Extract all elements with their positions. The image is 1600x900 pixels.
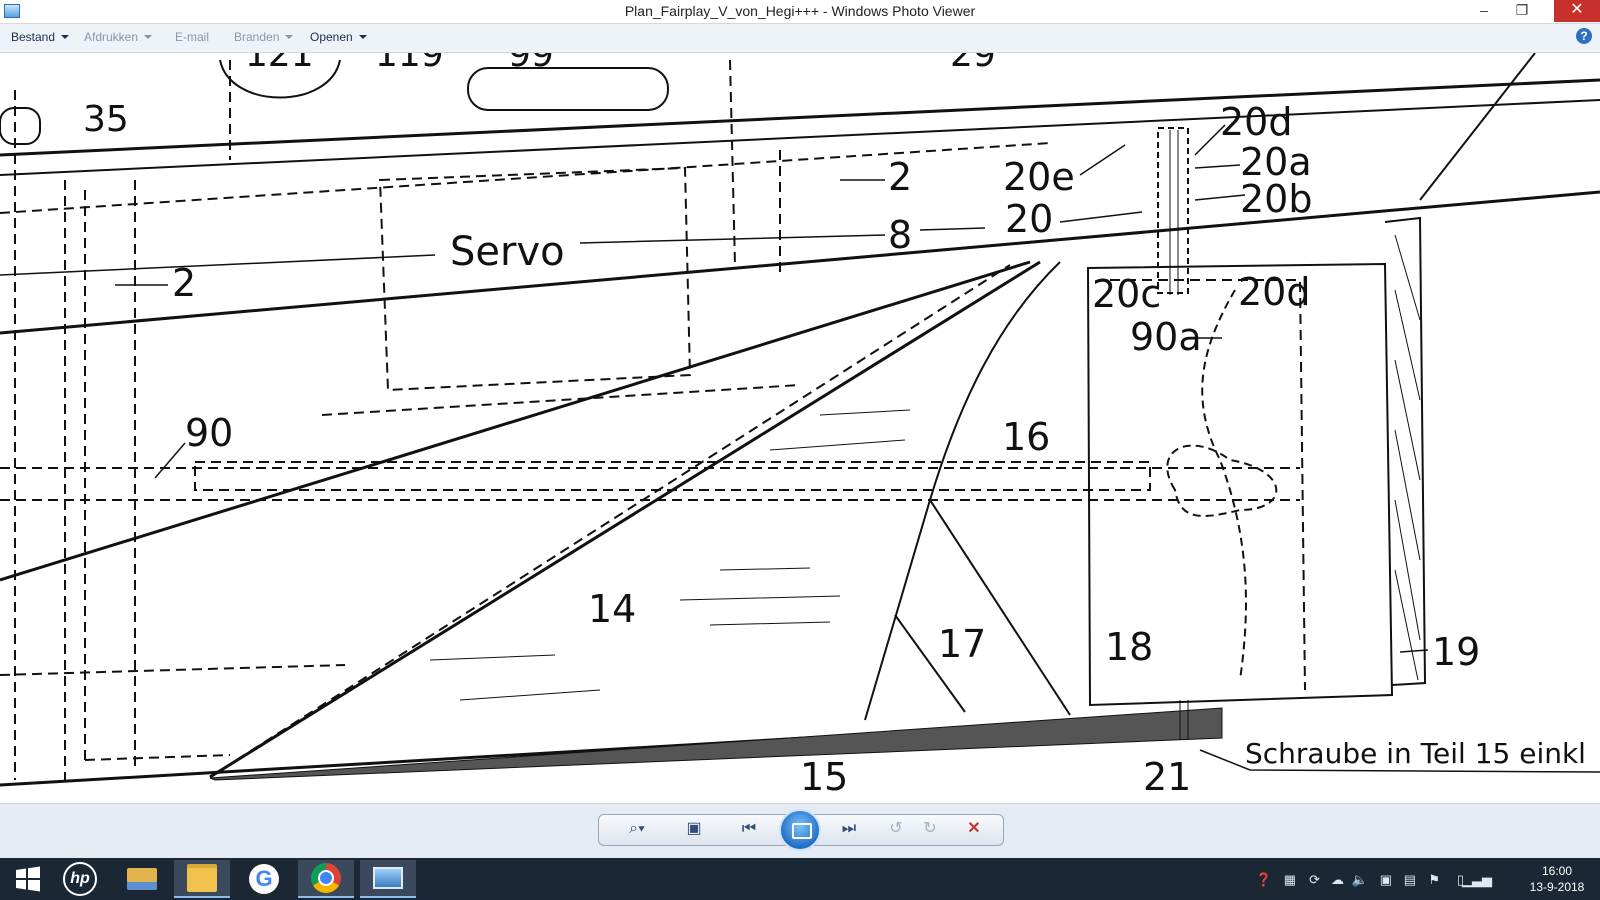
window-title: Plan_Fairplay_V_von_Hegi+++ - Windows Ph…: [624, 3, 976, 19]
zoom-icon[interactable]: ⌕▾: [617, 815, 657, 843]
rotate-ccw-icon[interactable]: ↺: [881, 815, 911, 843]
menu-openen[interactable]: Openen: [310, 30, 367, 44]
windows-taskbar: hp G ❓ ▦ ⟳ ☁ 🔈 ▣ ▤ ⚑ ▯ ▁▃▅ 16:00 13-9-20…: [0, 858, 1600, 900]
label-14: 14: [588, 587, 636, 631]
image-viewport[interactable]: 35 121 119 99 29 20d 20a 20e 20b 2 8 20 …: [0, 53, 1600, 803]
clock[interactable]: 16:00 13-9-2018: [1522, 863, 1592, 895]
clock-date: 13-9-2018: [1529, 880, 1585, 894]
windows-start-icon[interactable]: [0, 860, 56, 898]
flag-icon[interactable]: ⚑: [1428, 872, 1440, 888]
label-20d-top: 20d: [1220, 100, 1292, 144]
label-121: 121: [245, 53, 314, 75]
close-button[interactable]: ✕: [1554, 0, 1600, 22]
chevron-down-icon: [285, 35, 294, 39]
slideshow-screen-glyph: [792, 823, 812, 839]
photos-folder-icon[interactable]: [114, 860, 170, 898]
help-icon[interactable]: ❓: [1256, 872, 1272, 888]
label-servo: Servo: [450, 229, 565, 275]
label-99: 99: [508, 53, 554, 75]
label-20c: 20c: [1092, 272, 1161, 316]
app-tray-icon[interactable]: ▤: [1404, 872, 1416, 888]
next-icon[interactable]: ⏭: [829, 815, 869, 843]
label-18: 18: [1105, 625, 1153, 669]
minimize-button[interactable]: –: [1468, 0, 1500, 22]
menu-bestand[interactable]: Bestand: [11, 30, 70, 44]
google-icon[interactable]: G: [236, 860, 292, 898]
delete-icon[interactable]: ✕: [959, 815, 989, 843]
menu-openen-label: Openen: [310, 30, 353, 44]
display-icon[interactable]: ▣: [1380, 872, 1392, 888]
label-8: 8: [888, 213, 912, 257]
chrome-icon[interactable]: [298, 860, 354, 898]
label-20: 20: [1005, 197, 1053, 241]
menu-afdrukken[interactable]: Afdrukken: [84, 30, 153, 44]
previous-icon[interactable]: ⏮: [729, 815, 769, 843]
onedrive-icon[interactable]: ☁: [1331, 872, 1344, 888]
fit-icon[interactable]: ▣: [679, 815, 709, 843]
restore-button[interactable]: ❐: [1506, 0, 1538, 22]
label-29: 29: [950, 53, 996, 75]
menu-bestand-label: Bestand: [11, 30, 56, 44]
menu-email-label: E-mail: [175, 30, 210, 44]
label-2-left: 2: [172, 261, 196, 305]
chevron-down-icon: [358, 35, 367, 39]
label-21: 21: [1143, 755, 1191, 799]
label-20b: 20b: [1240, 177, 1312, 221]
viewer-toolbar: ⌕▾ ▣ ⏮ ⏭ ↺ ↻ ✕: [0, 803, 1600, 859]
menu-branden-label: Branden: [234, 30, 280, 44]
label-2-upper: 2: [888, 155, 912, 199]
label-16: 16: [1002, 415, 1050, 459]
hp-icon[interactable]: hp: [52, 860, 108, 898]
help-icon[interactable]: ?: [1576, 28, 1592, 44]
title-bar: Plan_Fairplay_V_von_Hegi+++ - Windows Ph…: [0, 0, 1600, 24]
label-19: 19: [1432, 630, 1480, 674]
chevron-down-icon: [61, 35, 70, 39]
label-119: 119: [375, 53, 444, 75]
clock-time: 16:00: [1541, 864, 1573, 878]
office-icon[interactable]: ▦: [1284, 872, 1296, 888]
label-15: 15: [800, 755, 848, 799]
label-90: 90: [185, 411, 233, 455]
menu-afdrukken-label: Afdrukken: [84, 30, 139, 44]
network-icon[interactable]: ▁▃▅: [1462, 872, 1492, 888]
photo-viewer-icon[interactable]: [360, 860, 416, 898]
volume-icon[interactable]: 🔈: [1352, 872, 1368, 888]
menu-bar: Bestand Afdrukken E-mail Branden Openen …: [0, 24, 1600, 53]
label-90a: 90a: [1130, 315, 1202, 359]
rotate-cw-icon[interactable]: ↻: [915, 815, 945, 843]
label-20e: 20e: [1003, 155, 1075, 199]
sync-icon[interactable]: ⟳: [1309, 872, 1320, 888]
chevron-down-icon: [144, 35, 153, 39]
label-17: 17: [938, 622, 986, 666]
label-35: 35: [83, 99, 129, 140]
menu-branden[interactable]: Branden: [234, 30, 294, 44]
file-explorer-icon[interactable]: [174, 860, 230, 898]
slideshow-icon[interactable]: [779, 809, 821, 851]
menu-email[interactable]: E-mail: [175, 30, 209, 44]
label-20d-bottom: 20d: [1238, 270, 1310, 314]
label-schraube-note: Schraube in Teil 15 einkl: [1245, 737, 1586, 770]
technical-drawing: 35 121 119 99 29 20d 20a 20e 20b 2 8 20 …: [0, 53, 1600, 799]
